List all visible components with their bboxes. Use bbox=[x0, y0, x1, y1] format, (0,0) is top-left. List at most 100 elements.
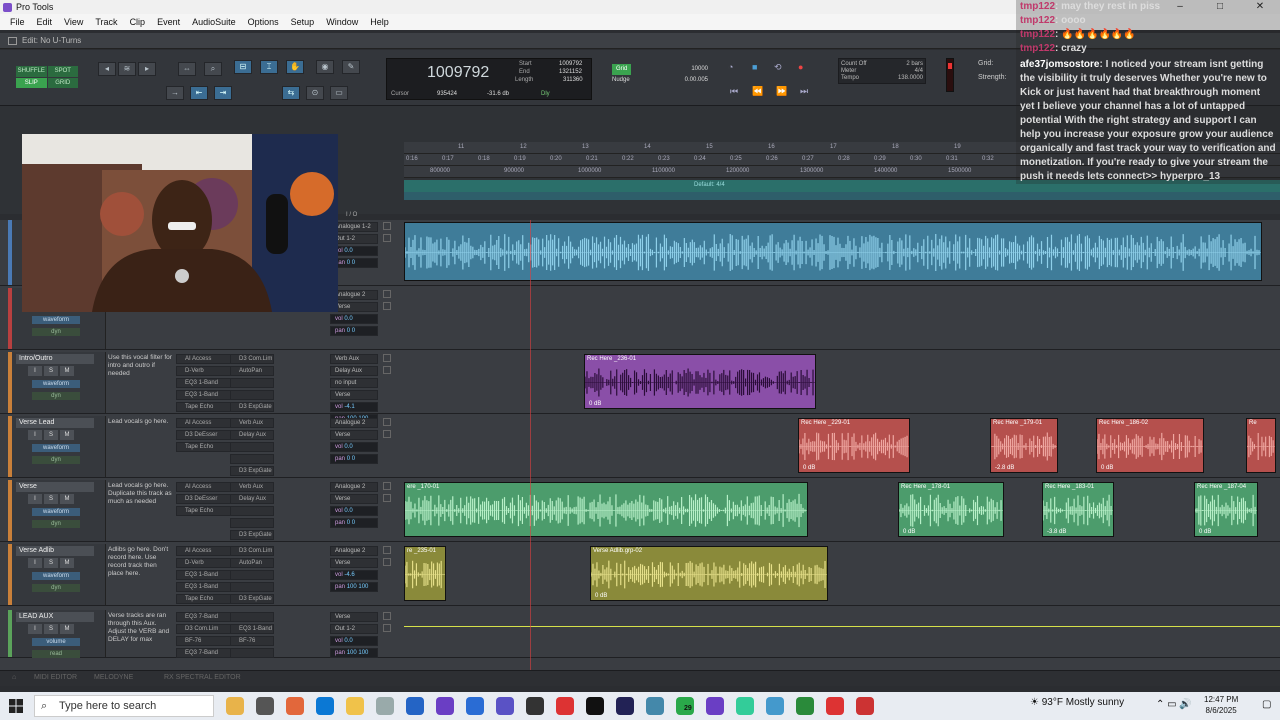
fast-forward-icon[interactable]: ⏩ bbox=[776, 86, 787, 97]
taskbar-search-box[interactable]: ⌕ Type here to search bbox=[34, 695, 214, 717]
playlist-button[interactable] bbox=[383, 558, 391, 566]
excel-icon[interactable] bbox=[796, 697, 814, 715]
input-monitor-button[interactable]: I bbox=[28, 558, 42, 568]
insert-slot[interactable]: D3 ExpGate bbox=[230, 466, 274, 476]
chat-username[interactable]: tmp122 bbox=[1020, 43, 1055, 54]
io-selector[interactable]: Verse bbox=[330, 612, 378, 622]
app-icon-5[interactable] bbox=[736, 697, 754, 715]
nudge-value[interactable]: 0.00.005 bbox=[685, 75, 708, 86]
record-enable-button[interactable] bbox=[383, 546, 391, 554]
track-playlist[interactable]: re _235-01 Verse Adlib.grp-02 0 dB bbox=[404, 544, 1280, 605]
return-to-zero-icon[interactable]: ⏮ bbox=[730, 86, 738, 97]
track-name[interactable]: Verse Lead bbox=[16, 418, 94, 428]
clock[interactable]: 12:47 PM 8/6/2025 bbox=[1204, 694, 1238, 716]
zoom-in-icon[interactable]: ▸ bbox=[138, 62, 156, 76]
pan-readout[interactable]: pan 0 0 bbox=[330, 518, 378, 528]
io-selector[interactable]: Verse bbox=[330, 558, 378, 568]
windows-start-icon[interactable] bbox=[8, 698, 24, 714]
audio-clip[interactable]: Verse Adlib.grp-02 0 dB bbox=[590, 546, 828, 601]
audio-clip[interactable]: ere _170-01 bbox=[404, 482, 808, 537]
input-monitor-button[interactable]: I bbox=[28, 366, 42, 376]
menu-event[interactable]: Event bbox=[151, 17, 186, 27]
weather-widget[interactable]: ☀ 93°F Mostly sunny bbox=[1030, 697, 1124, 708]
rx-spectral-editor-tab[interactable]: RX SPECTRAL EDITOR bbox=[164, 674, 241, 681]
insert-slot[interactable]: Verb Aux bbox=[230, 418, 274, 428]
whatsapp-icon[interactable]: 29 bbox=[676, 697, 694, 715]
track-header[interactable]: Verse I S Mwaveform dyn bbox=[8, 480, 106, 541]
chat-username[interactable]: tmp122 bbox=[1020, 1, 1055, 12]
insert-slot[interactable] bbox=[230, 648, 274, 658]
store-icon[interactable] bbox=[466, 697, 484, 715]
menu-window[interactable]: Window bbox=[320, 17, 364, 27]
insert-slot[interactable]: D3 Com.Lim bbox=[230, 354, 274, 364]
insert-slot[interactable]: D3 ExpGate bbox=[230, 594, 274, 604]
io-selector[interactable]: Analogue 2 bbox=[330, 418, 378, 428]
length-value[interactable]: 311360 bbox=[563, 77, 583, 83]
marker-ruler[interactable] bbox=[404, 192, 1280, 200]
menu-view[interactable]: View bbox=[58, 17, 89, 27]
tempo-meter-panel[interactable]: Count Off 2 bars Meter 4/4 Tempo 138.000… bbox=[838, 58, 926, 84]
mute-button[interactable]: M bbox=[60, 430, 74, 440]
rewind-icon[interactable]: ⏪ bbox=[752, 86, 763, 97]
record-enable-button[interactable] bbox=[383, 290, 391, 298]
track-header[interactable]: Verse Lead I S Mwaveform dyn bbox=[8, 416, 106, 477]
chrome-icon[interactable] bbox=[556, 697, 574, 715]
menu-options[interactable]: Options bbox=[242, 17, 285, 27]
track-view-selector[interactable]: waveform bbox=[32, 380, 80, 388]
track-view-selector[interactable]: waveform bbox=[32, 508, 80, 516]
insert-slot[interactable] bbox=[230, 390, 274, 400]
io-selector[interactable]: Out 1-2 bbox=[330, 624, 378, 634]
task-view-icon[interactable] bbox=[256, 697, 274, 715]
midi-editor-tab[interactable]: MIDI EDITOR bbox=[34, 674, 77, 681]
chrome-icon-2[interactable] bbox=[826, 697, 844, 715]
audio-clip[interactable]: Re bbox=[1246, 418, 1276, 473]
insertion-follows-icon[interactable]: ⇆ bbox=[282, 86, 300, 100]
insert-slot[interactable] bbox=[230, 454, 274, 464]
track-header[interactable]: Intro/Outro I S Mwaveform dyn bbox=[8, 352, 106, 413]
io-selector[interactable]: Analogue 2 bbox=[330, 482, 378, 492]
track-playlist[interactable] bbox=[404, 610, 1280, 657]
zoom-toggle-icon[interactable]: ⇔ bbox=[178, 62, 196, 76]
record-enable-button[interactable] bbox=[383, 612, 391, 620]
track-playlist[interactable] bbox=[404, 220, 1280, 285]
delay-comp-label[interactable]: Dly bbox=[541, 91, 550, 97]
insert-slot[interactable]: AutoPan bbox=[230, 558, 274, 568]
automation-mode-selector[interactable]: dyn bbox=[32, 392, 80, 400]
insert-slot[interactable]: Verb Aux bbox=[230, 482, 274, 492]
volume-automation-line[interactable] bbox=[404, 626, 1280, 627]
discord-icon[interactable] bbox=[496, 697, 514, 715]
notifications-icon[interactable]: ▢ bbox=[1262, 699, 1271, 710]
automation-mode-selector[interactable]: read bbox=[32, 650, 80, 658]
io-selector[interactable]: Verb Aux bbox=[330, 354, 378, 364]
chat-username[interactable]: tmp122 bbox=[1020, 29, 1055, 40]
insert-slot[interactable] bbox=[230, 378, 274, 388]
playlist-button[interactable] bbox=[383, 494, 391, 502]
input-monitor-button[interactable]: I bbox=[28, 624, 42, 634]
io-selector[interactable]: Delay Aux bbox=[330, 366, 378, 376]
insert-slot[interactable] bbox=[230, 518, 274, 528]
record-enable-button[interactable] bbox=[383, 418, 391, 426]
audio-clip[interactable]: Rec Here _178-01 0 dB bbox=[898, 482, 1004, 537]
record-enable-button[interactable] bbox=[383, 482, 391, 490]
pro-tools-taskbar-icon[interactable] bbox=[586, 697, 604, 715]
mute-button[interactable]: M bbox=[60, 624, 74, 634]
audio-clip[interactable]: Rec Here _229-01 0 dB bbox=[798, 418, 910, 473]
solo-button[interactable]: S bbox=[44, 366, 58, 376]
io-selector[interactable]: Verse bbox=[330, 430, 378, 440]
app-icon-6[interactable] bbox=[766, 697, 784, 715]
playlist-button[interactable] bbox=[383, 366, 391, 374]
playlist-button[interactable] bbox=[383, 624, 391, 632]
go-to-end-icon[interactable]: ⏭ bbox=[800, 86, 808, 97]
track-view-selector[interactable]: waveform bbox=[32, 444, 80, 452]
automation-mode-selector[interactable]: dyn bbox=[32, 456, 80, 464]
app-icon-4[interactable] bbox=[706, 697, 724, 715]
insert-slot[interactable] bbox=[230, 442, 274, 452]
link-timeline-icon[interactable]: ⇤ bbox=[190, 86, 208, 100]
grid-label[interactable]: Grid bbox=[612, 64, 632, 75]
mute-button[interactable]: M bbox=[60, 494, 74, 504]
audio-clip[interactable]: Rec Here _183-01 -3.8 dB bbox=[1042, 482, 1114, 537]
zoom-out-icon[interactable]: ◂ bbox=[98, 62, 116, 76]
mute-button[interactable]: M bbox=[60, 366, 74, 376]
insert-slot[interactable] bbox=[230, 570, 274, 580]
io-selector[interactable]: Verse bbox=[330, 494, 378, 504]
